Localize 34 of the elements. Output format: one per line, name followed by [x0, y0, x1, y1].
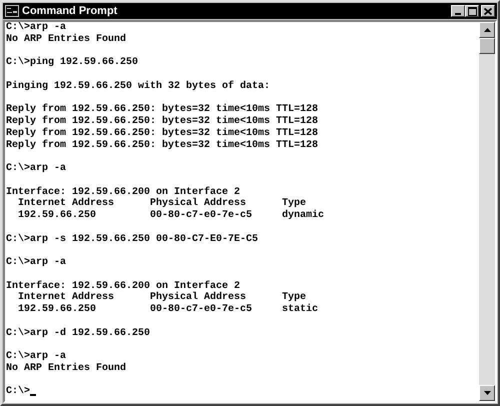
scroll-up-button[interactable]	[479, 22, 495, 38]
maximize-icon	[468, 6, 476, 16]
console-line: Reply from 192.59.66.250: bytes=32 time<10ms TTL=128	[6, 140, 318, 152]
console-line: Internet Address Physical Address Type	[17, 198, 306, 210]
console-line: C:\>ping 192.59.66.250	[6, 57, 138, 70]
minimize-button[interactable]	[451, 5, 465, 17]
console-line: Internet Address Physical Address Type	[17, 292, 306, 304]
console-line: C:\>arp -a	[6, 257, 66, 269]
console-line: 192.59.66.250 00-80-c7-e0-7e-c5 dynamic	[17, 210, 324, 222]
console-line: No ARP Entries Found	[6, 34, 126, 46]
console-line: C:\>arp -a	[6, 351, 66, 362]
console-line: Interface: 192.59.66.200 on Interface 2	[6, 186, 240, 198]
console-line: C:\>arp -s 192.59.66.250 00-80-C7-E0-7E-C5	[6, 234, 258, 246]
down-arrow-icon	[484, 391, 490, 395]
console-line: C:\>arp -a	[6, 22, 66, 34]
console-line: Reply from 192.59.66.250: bytes=32 time<10ms TTL=128	[6, 128, 318, 140]
up-arrow-icon	[484, 28, 490, 32]
window-title: Command Prompt	[22, 5, 118, 17]
close-icon	[484, 8, 492, 14]
text-cursor	[30, 394, 36, 396]
scrollbar[interactable]	[479, 22, 495, 401]
console-line: 192.59.66.250 00-80-c7-e0-7e-c5 static	[17, 304, 318, 316]
maximize-button[interactable]	[465, 5, 479, 17]
console-line: No ARP Entries Found	[6, 362, 126, 375]
console-line: Reply from 192.59.66.250: bytes=32 time<10ms TTL=128	[6, 104, 318, 116]
console-line: C:\>arp -d 192.59.66.250	[6, 328, 150, 340]
console-line: Reply from 192.59.66.250: bytes=32 time<10ms TTL=128	[6, 116, 318, 128]
console-line: Pinging 192.59.66.250 with 32 bytes of data:	[6, 80, 270, 93]
scroll-thumb[interactable]	[479, 38, 495, 54]
console-line: C:\>	[6, 386, 30, 398]
scroll-down-button[interactable]	[479, 385, 495, 401]
console-line: C:\>arp -a	[6, 163, 66, 175]
console-line: Interface: 192.59.66.200 on Interface 2	[6, 280, 240, 292]
close-button[interactable]	[481, 5, 495, 17]
